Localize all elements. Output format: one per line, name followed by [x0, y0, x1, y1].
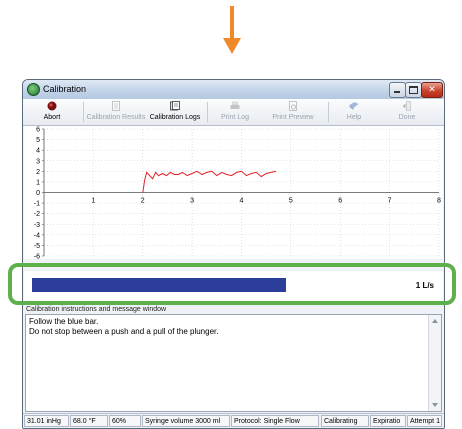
close-button[interactable]: ✕ — [421, 82, 443, 98]
help-button[interactable]: Help — [335, 99, 373, 125]
x-tick-label: 2 — [141, 198, 145, 205]
chart-canvas: 6 5 4 3 2 1 0 -1 -2 -3 -4 -5 -6 1 2 3 4 5 6 7 8 — [34, 127, 441, 260]
y-tick-label: -2 — [34, 211, 40, 218]
status-phase: Expiratio — [370, 415, 406, 427]
y-tick-label: -6 — [34, 254, 40, 260]
x-tick-label: 3 — [190, 198, 194, 205]
message-window: Follow the blue bar. Do not stop between… — [25, 314, 442, 412]
y-tick-label: 6 — [36, 127, 40, 134]
status-protocol: Protocol: Single Flow — [231, 415, 319, 427]
x-tick-label: 7 — [388, 198, 392, 205]
document-icon — [112, 101, 120, 111]
y-tick-label: 5 — [36, 137, 40, 144]
calibration-results-button[interactable]: Calibration Results — [85, 99, 147, 125]
printer-icon — [230, 101, 240, 109]
toolbar-separator — [207, 102, 208, 122]
status-state: Calibrating — [321, 415, 369, 427]
message-scrollbar[interactable] — [428, 315, 441, 411]
toolbar-separator — [328, 102, 329, 122]
app-icon — [27, 83, 40, 96]
done-button[interactable]: Done — [383, 99, 431, 125]
y-tick-label: -5 — [34, 243, 40, 250]
flow-highlight-box — [8, 263, 456, 305]
toolbar-separator — [83, 102, 84, 122]
print-preview-icon — [289, 101, 297, 111]
y-tick-label: 4 — [36, 148, 40, 155]
y-tick-label: 1 — [36, 179, 40, 186]
status-syringe-volume: Syringe volume 3000 ml — [142, 415, 230, 427]
done-icon — [402, 101, 411, 111]
message-line: Do not stop between a push and a pull of… — [29, 327, 219, 336]
y-tick-label: -4 — [34, 232, 40, 239]
y-tick-label: 2 — [36, 169, 40, 176]
x-tick-label: 8 — [437, 198, 441, 205]
y-tick-label: 0 — [36, 190, 40, 197]
status-attempt: Attempt 1 — [407, 415, 442, 427]
y-tick-label: 3 — [36, 158, 40, 165]
title-bar[interactable]: Calibration ✕ — [23, 80, 444, 99]
status-temperature: 68.0 °F — [70, 415, 108, 427]
calibration-window: Calibration ✕ Abort Calibration Results … — [22, 79, 445, 429]
status-humidity: 60% — [109, 415, 141, 427]
scroll-up-icon[interactable] — [432, 319, 438, 323]
abort-button[interactable]: Abort — [27, 99, 77, 125]
message-line: Follow the blue bar. — [29, 317, 99, 326]
window-title: Calibration — [43, 84, 87, 94]
scroll-down-icon[interactable] — [432, 403, 438, 407]
down-arrow-icon — [223, 6, 241, 54]
print-preview-button[interactable]: Print Preview — [263, 99, 323, 125]
x-tick-label: 1 — [91, 198, 95, 205]
toolbar: Abort Calibration Results Calibration Lo… — [23, 99, 444, 126]
logs-icon — [170, 101, 180, 111]
abort-icon — [47, 101, 57, 111]
status-bar: 31.01 inHg 68.0 °F 60% Syringe volume 30… — [23, 413, 444, 428]
print-log-button[interactable]: Print Log — [210, 99, 260, 125]
minimize-button[interactable] — [389, 82, 406, 98]
y-tick-label: -1 — [34, 201, 40, 208]
message-window-label: Calibration instructions and message win… — [26, 306, 167, 313]
x-tick-label: 5 — [289, 198, 293, 205]
maximize-button[interactable] — [405, 82, 422, 98]
status-pressure: 31.01 inHg — [24, 415, 69, 427]
x-tick-label: 4 — [240, 198, 244, 205]
help-book-icon — [349, 102, 359, 110]
y-tick-label: -3 — [34, 222, 40, 229]
x-tick-label: 6 — [338, 198, 342, 205]
calibration-logs-button[interactable]: Calibration Logs — [147, 99, 203, 125]
flow-chart: 6 5 4 3 2 1 0 -1 -2 -3 -4 -5 -6 1 2 3 4 5 6 7 8 — [24, 126, 443, 259]
